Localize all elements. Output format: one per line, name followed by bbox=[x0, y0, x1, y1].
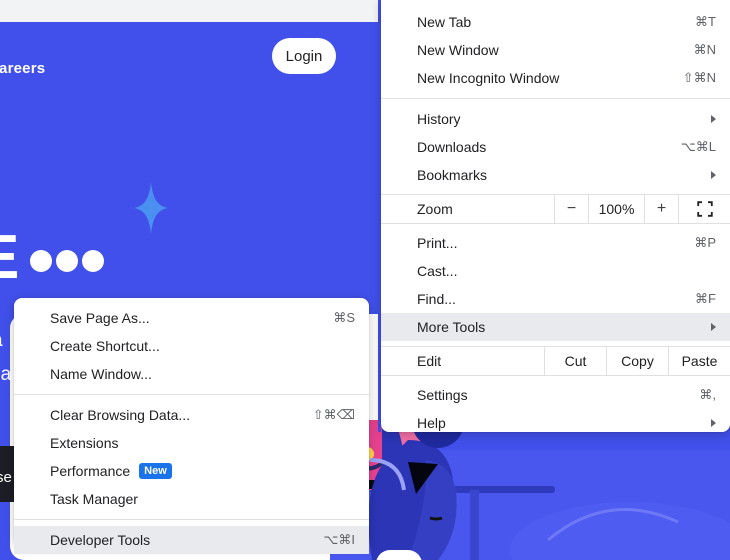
zoom-in-button[interactable]: + bbox=[644, 195, 678, 223]
hero-dot bbox=[30, 250, 52, 272]
menu-item-accelerator: ⌘P bbox=[694, 235, 716, 250]
menu-item-accelerator: ⌘F bbox=[695, 291, 716, 306]
menu-row-edit: Edit Cut Copy Paste bbox=[381, 346, 730, 376]
menu-item-bookmarks[interactable]: Bookmarks bbox=[381, 161, 730, 189]
copy-button[interactable]: Copy bbox=[606, 347, 668, 375]
menu-item-settings[interactable]: Settings ⌘, bbox=[381, 381, 730, 409]
hero-illustration bbox=[330, 420, 730, 560]
fullscreen-icon[interactable] bbox=[678, 195, 730, 223]
menu-item-accelerator: ⌥⌘L bbox=[680, 139, 716, 154]
menu-item-label: New Tab bbox=[417, 14, 472, 30]
hero-letter: E bbox=[0, 227, 19, 289]
menu-item-accelerator: ⇧⌘⌫ bbox=[312, 407, 355, 422]
plus-badge[interactable] bbox=[376, 550, 422, 560]
chrome-main-menu: New Tab ⌘T New Window ⌘N New Incognito W… bbox=[381, 0, 730, 432]
more-tools-submenu: Save Page As... ⌘S Create Shortcut... Na… bbox=[14, 298, 369, 554]
menu-item-accelerator: ⌘N bbox=[693, 42, 716, 57]
edit-label: Edit bbox=[417, 353, 442, 369]
menu-item-label: Bookmarks bbox=[417, 167, 488, 183]
menu-item-find[interactable]: Find... ⌘F bbox=[381, 285, 730, 313]
menu-item-extensions[interactable]: Extensions bbox=[14, 429, 369, 457]
hero-text-fragment: a bbox=[0, 330, 3, 352]
menu-item-new-window[interactable]: New Window ⌘N bbox=[381, 36, 730, 64]
menu-item-save-page-as[interactable]: Save Page As... ⌘S bbox=[14, 304, 369, 332]
login-button[interactable]: Login bbox=[272, 38, 336, 74]
menu-item-accelerator: ⇧⌘N bbox=[682, 70, 716, 85]
menu-item-label: Developer Tools bbox=[50, 532, 151, 548]
submenu-arrow-icon bbox=[711, 171, 716, 179]
menu-item-downloads[interactable]: Downloads ⌥⌘L bbox=[381, 133, 730, 161]
zoom-out-button[interactable]: − bbox=[554, 195, 588, 223]
menu-item-label: Name Window... bbox=[50, 366, 152, 382]
menu-row-zoom: Zoom − 100% + bbox=[381, 194, 730, 224]
paste-button[interactable]: Paste bbox=[668, 347, 730, 375]
submenu-arrow-icon bbox=[711, 419, 716, 427]
menu-item-label: Print... bbox=[417, 235, 458, 251]
menu-item-label: More Tools bbox=[417, 319, 486, 335]
menu-item-cast[interactable]: Cast... bbox=[381, 257, 730, 285]
menu-item-label: Clear Browsing Data... bbox=[50, 407, 191, 423]
menu-item-label: Save Page As... bbox=[50, 310, 150, 326]
menu-separator bbox=[381, 98, 730, 99]
menu-item-label: History bbox=[417, 111, 461, 127]
menu-item-label: Settings bbox=[417, 387, 468, 403]
menu-item-name-window[interactable]: Name Window... bbox=[14, 360, 369, 388]
menu-item-label: Performance bbox=[50, 463, 131, 479]
menu-item-new-tab[interactable]: New Tab ⌘T bbox=[381, 8, 730, 36]
menu-item-accelerator: ⌥⌘I bbox=[323, 532, 355, 547]
zoom-label: Zoom bbox=[417, 201, 453, 217]
menu-item-new-incognito-window[interactable]: New Incognito Window ⇧⌘N bbox=[381, 64, 730, 92]
menu-item-label: New Window bbox=[417, 42, 499, 58]
menu-item-developer-tools[interactable]: Developer Tools ⌥⌘I bbox=[14, 526, 369, 554]
nav-link-careers[interactable]: Careers bbox=[0, 60, 45, 77]
menu-item-label: Create Shortcut... bbox=[50, 338, 160, 354]
menu-item-accelerator: ⌘, bbox=[699, 387, 716, 402]
menu-item-accelerator: ⌘S bbox=[333, 310, 355, 325]
menu-item-label: Help bbox=[417, 415, 446, 431]
zoom-level-value: 100% bbox=[588, 195, 644, 223]
submenu-arrow-icon bbox=[711, 115, 716, 123]
cut-button[interactable]: Cut bbox=[544, 347, 606, 375]
menu-item-print[interactable]: Print... ⌘P bbox=[381, 229, 730, 257]
menu-separator bbox=[14, 394, 369, 395]
menu-item-accelerator: ⌘T bbox=[695, 14, 716, 29]
sparkle-icon bbox=[134, 182, 168, 234]
menu-item-clear-browsing-data[interactable]: Clear Browsing Data... ⇧⌘⌫ bbox=[14, 401, 369, 429]
new-badge: New bbox=[139, 463, 172, 479]
menu-item-label: Downloads bbox=[417, 139, 487, 155]
submenu-arrow-icon bbox=[711, 323, 716, 331]
menu-item-label: Task Manager bbox=[50, 491, 138, 507]
dark-card-label: se bbox=[0, 469, 12, 486]
menu-item-label: Cast... bbox=[417, 263, 458, 279]
hero-dot bbox=[56, 250, 78, 272]
menu-item-label: Extensions bbox=[50, 435, 119, 451]
hero-dot bbox=[82, 250, 104, 272]
menu-item-performance[interactable]: Performance New bbox=[14, 457, 369, 485]
menu-item-label: Find... bbox=[417, 291, 456, 307]
menu-item-help[interactable]: Help bbox=[381, 409, 730, 437]
hero-text-fragment: na bbox=[0, 364, 12, 385]
menu-separator bbox=[14, 519, 369, 520]
menu-item-history[interactable]: History bbox=[381, 105, 730, 133]
menu-item-task-manager[interactable]: Task Manager bbox=[14, 485, 369, 513]
menu-item-label: New Incognito Window bbox=[417, 70, 560, 86]
menu-item-more-tools[interactable]: More Tools bbox=[381, 313, 730, 341]
menu-item-create-shortcut[interactable]: Create Shortcut... bbox=[14, 332, 369, 360]
